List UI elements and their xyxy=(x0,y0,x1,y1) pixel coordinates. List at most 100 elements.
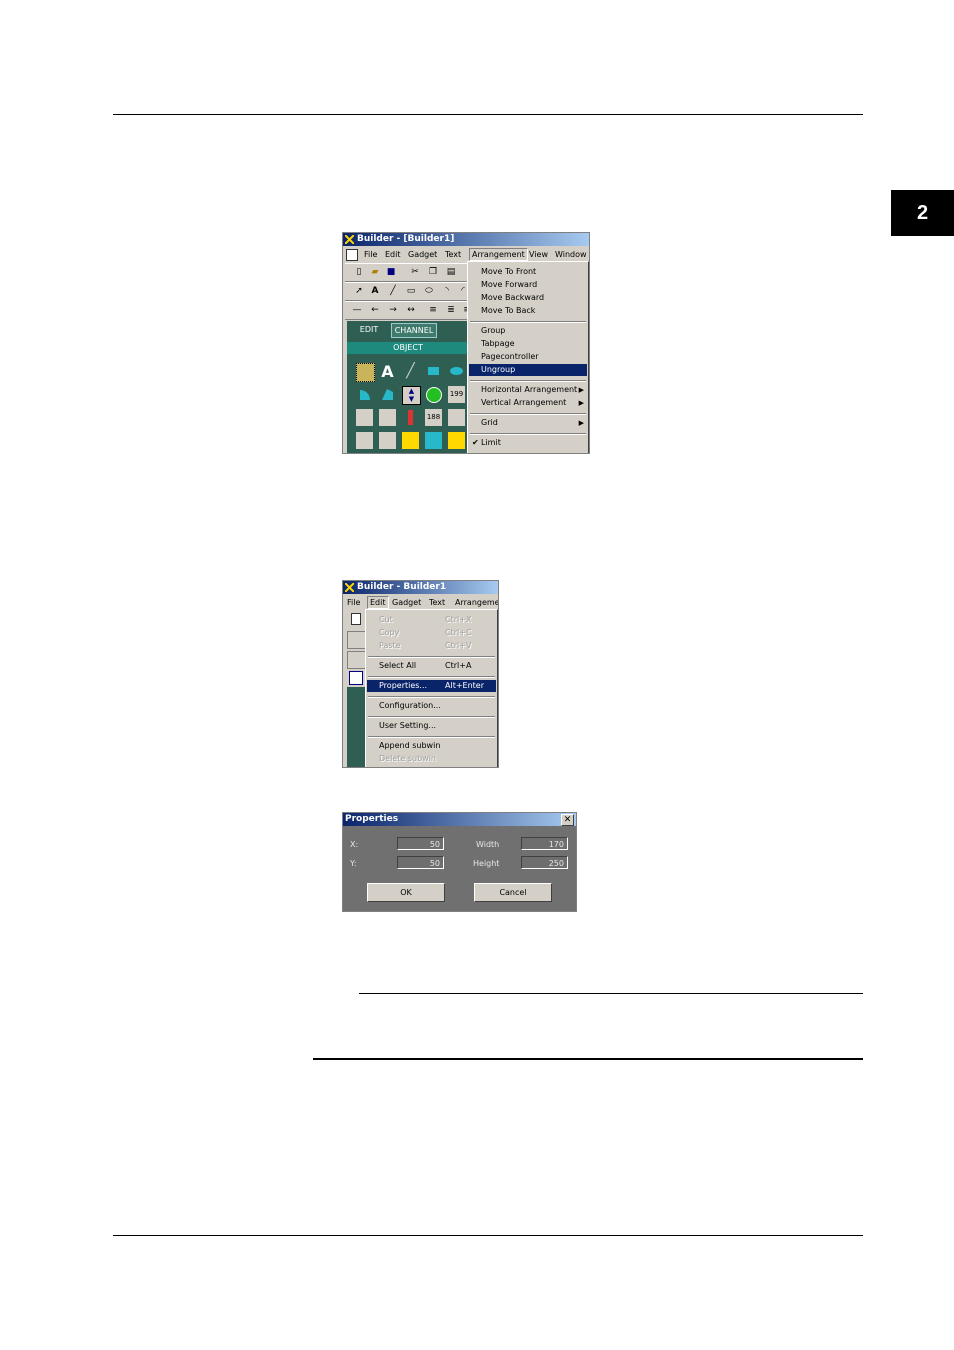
menu-item-limit[interactable]: ✔ Limit xyxy=(469,437,587,449)
menu-item-copy: Copy Ctrl+C xyxy=(367,627,496,639)
menu-window[interactable]: Window xyxy=(555,250,587,259)
gauge-object-icon[interactable] xyxy=(379,409,396,426)
menu-text[interactable]: Text xyxy=(429,598,445,607)
arrow-left-icon[interactable]: ← xyxy=(369,304,381,316)
pie-object-icon[interactable] xyxy=(356,386,373,403)
menu-separator xyxy=(368,656,495,658)
menu-item-label: Limit xyxy=(481,438,501,447)
chart-object-icon[interactable] xyxy=(402,432,419,449)
builder-window-edit: Builder - Builder1 File Edit Gadget Text… xyxy=(342,580,499,768)
align-left-icon[interactable]: ≡ xyxy=(427,304,439,316)
paste-icon[interactable]: ▤ xyxy=(445,266,457,278)
meter-object-icon[interactable] xyxy=(356,409,373,426)
bar-graph-object-icon[interactable] xyxy=(448,409,465,426)
width-label: Width xyxy=(476,840,500,849)
cancel-button[interactable]: Cancel xyxy=(474,883,552,902)
menu-item-move-forward[interactable]: Move Forward xyxy=(469,279,587,291)
pointer-object-icon[interactable] xyxy=(356,363,375,382)
drawing-toolbar: ➚ A ╱ ▭ ⬭ ◝ ◜ xyxy=(345,282,471,301)
line-object-icon[interactable]: ╱ xyxy=(402,363,419,380)
menu-edit[interactable]: Edit xyxy=(385,250,401,259)
window-object-icon[interactable] xyxy=(379,432,396,449)
tab-channel[interactable]: CHANNEL xyxy=(391,323,437,338)
menu-item-move-to-back[interactable]: Move To Back xyxy=(469,305,587,317)
menu-item-vertical-arrangement[interactable]: Vertical Arrangement ▶ xyxy=(469,397,587,409)
menu-text[interactable]: Text xyxy=(445,250,461,259)
menu-gadget[interactable]: Gadget xyxy=(408,250,437,259)
menu-item-tabpage[interactable]: Tabpage xyxy=(469,338,587,350)
rect-object-icon[interactable] xyxy=(425,363,442,380)
menu-file[interactable]: File xyxy=(364,250,377,259)
rect-tool-icon[interactable]: ▭ xyxy=(405,285,417,297)
menu-item-label: Vertical Arrangement xyxy=(481,398,567,407)
arrow-both-icon[interactable]: ↔ xyxy=(405,304,417,316)
camera-object-icon[interactable] xyxy=(448,432,465,449)
menu-gadget[interactable]: Gadget xyxy=(392,598,421,607)
dialog-title-bar: Properties xyxy=(343,813,576,826)
align-center-icon[interactable]: ≣ xyxy=(445,304,457,316)
arrow-right-icon[interactable]: → xyxy=(387,304,399,316)
x-field[interactable]: 50 xyxy=(397,837,444,850)
note-rule-bottom xyxy=(313,1058,863,1060)
numeric-object-icon[interactable]: 199 xyxy=(448,386,465,403)
submenu-arrow-icon: ▶ xyxy=(578,399,584,407)
menu-separator xyxy=(470,413,586,415)
trend-object-icon[interactable] xyxy=(356,432,373,449)
pointer-icon[interactable]: ➚ xyxy=(353,285,365,297)
menu-view[interactable]: View xyxy=(529,250,548,259)
menu-arrangement[interactable]: Arrangement xyxy=(469,248,528,261)
menu-separator xyxy=(368,736,495,738)
builder-app-icon xyxy=(345,583,354,592)
text-object-icon[interactable]: A xyxy=(379,363,396,380)
menu-separator xyxy=(470,321,586,323)
menu-item-ungroup[interactable]: Ungroup xyxy=(469,364,587,376)
menu-item-append-subwin[interactable]: Append subwin xyxy=(367,740,496,752)
menu-item-grid[interactable]: Grid ▶ xyxy=(469,417,587,429)
digital-object-icon[interactable]: 188 xyxy=(425,409,442,426)
ellipse-tool-icon[interactable]: ⬭ xyxy=(423,285,435,297)
tab-edit[interactable]: EDIT xyxy=(353,324,385,336)
menu-item-label: Horizontal Arrangement xyxy=(481,385,578,394)
new-icon[interactable] xyxy=(351,613,361,625)
save-icon[interactable]: ■ xyxy=(385,266,397,278)
ok-button[interactable]: OK xyxy=(367,883,445,902)
menu-arrangement[interactable]: Arrangemer xyxy=(455,598,498,607)
arc-tool-icon[interactable]: ◝ xyxy=(441,285,453,297)
menu-file[interactable]: File xyxy=(347,598,360,607)
copy-icon[interactable]: ❐ xyxy=(427,266,439,278)
open-icon[interactable]: ▰ xyxy=(369,266,381,278)
arrangement-menu: Move To Front Move Forward Move Backward… xyxy=(467,261,589,453)
shortcut-label: Ctrl+C xyxy=(445,628,472,637)
menu-item-properties[interactable]: Properties... Alt+Enter xyxy=(367,680,496,692)
thermometer-object-icon[interactable] xyxy=(402,409,419,426)
shortcut-label: Ctrl+A xyxy=(445,661,472,670)
close-icon[interactable]: ✕ xyxy=(561,814,574,826)
lamp-object-icon[interactable] xyxy=(425,386,442,403)
arc-object-icon[interactable] xyxy=(425,432,442,449)
polygon-object-icon[interactable] xyxy=(379,386,396,403)
menu-item-pagecontroller[interactable]: Pagecontroller xyxy=(469,351,587,363)
width-field[interactable]: 170 xyxy=(521,837,568,850)
menu-item-configuration[interactable]: Configuration... xyxy=(367,700,496,712)
menu-item-group[interactable]: Group xyxy=(469,325,587,337)
new-icon[interactable]: ▯ xyxy=(353,266,365,278)
ellipse-object-icon[interactable] xyxy=(448,363,465,380)
height-field[interactable]: 250 xyxy=(521,856,568,869)
plain-line-icon[interactable]: — xyxy=(351,304,363,316)
y-field[interactable]: 50 xyxy=(397,856,444,869)
cut-icon[interactable]: ✂ xyxy=(409,266,421,278)
menu-edit[interactable]: Edit xyxy=(367,596,389,609)
menu-item-select-all[interactable]: Select All Ctrl+A xyxy=(367,660,496,672)
standard-toolbar: ▯ ▰ ■ ✂ ❐ ▤ xyxy=(345,263,471,282)
line-tool-icon[interactable]: ╱ xyxy=(387,285,399,297)
menu-item-move-to-front[interactable]: Move To Front xyxy=(469,266,587,278)
footer-rule xyxy=(113,1235,863,1236)
menu-item-user-setting[interactable]: User Setting... xyxy=(367,720,496,732)
menu-separator xyxy=(470,380,586,382)
header-rule xyxy=(113,114,863,115)
menu-separator xyxy=(368,676,495,678)
menu-item-move-backward[interactable]: Move Backward xyxy=(469,292,587,304)
menu-item-horizontal-arrangement[interactable]: Horizontal Arrangement ▶ xyxy=(469,384,587,396)
text-tool-icon[interactable]: A xyxy=(369,285,381,297)
spinner-object-icon[interactable]: ▲ ▼ xyxy=(402,386,421,405)
